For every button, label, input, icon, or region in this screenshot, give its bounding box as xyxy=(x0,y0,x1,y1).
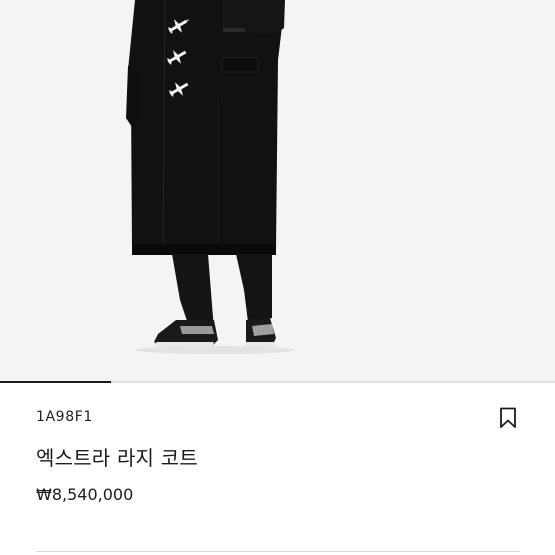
carousel-track xyxy=(0,381,555,383)
product-sku: 1A98F1 xyxy=(36,409,93,425)
bookmark-icon xyxy=(500,407,516,428)
product-image[interactable] xyxy=(0,0,555,382)
wishlist-button[interactable] xyxy=(494,404,522,432)
shoes xyxy=(154,318,276,348)
coat-illustration xyxy=(126,0,295,354)
carousel-indicator xyxy=(0,381,111,383)
product-title: 엑스트라 라지 코트 xyxy=(36,446,198,470)
product-price: ₩8,540,000 xyxy=(36,485,134,504)
divider xyxy=(36,551,520,552)
